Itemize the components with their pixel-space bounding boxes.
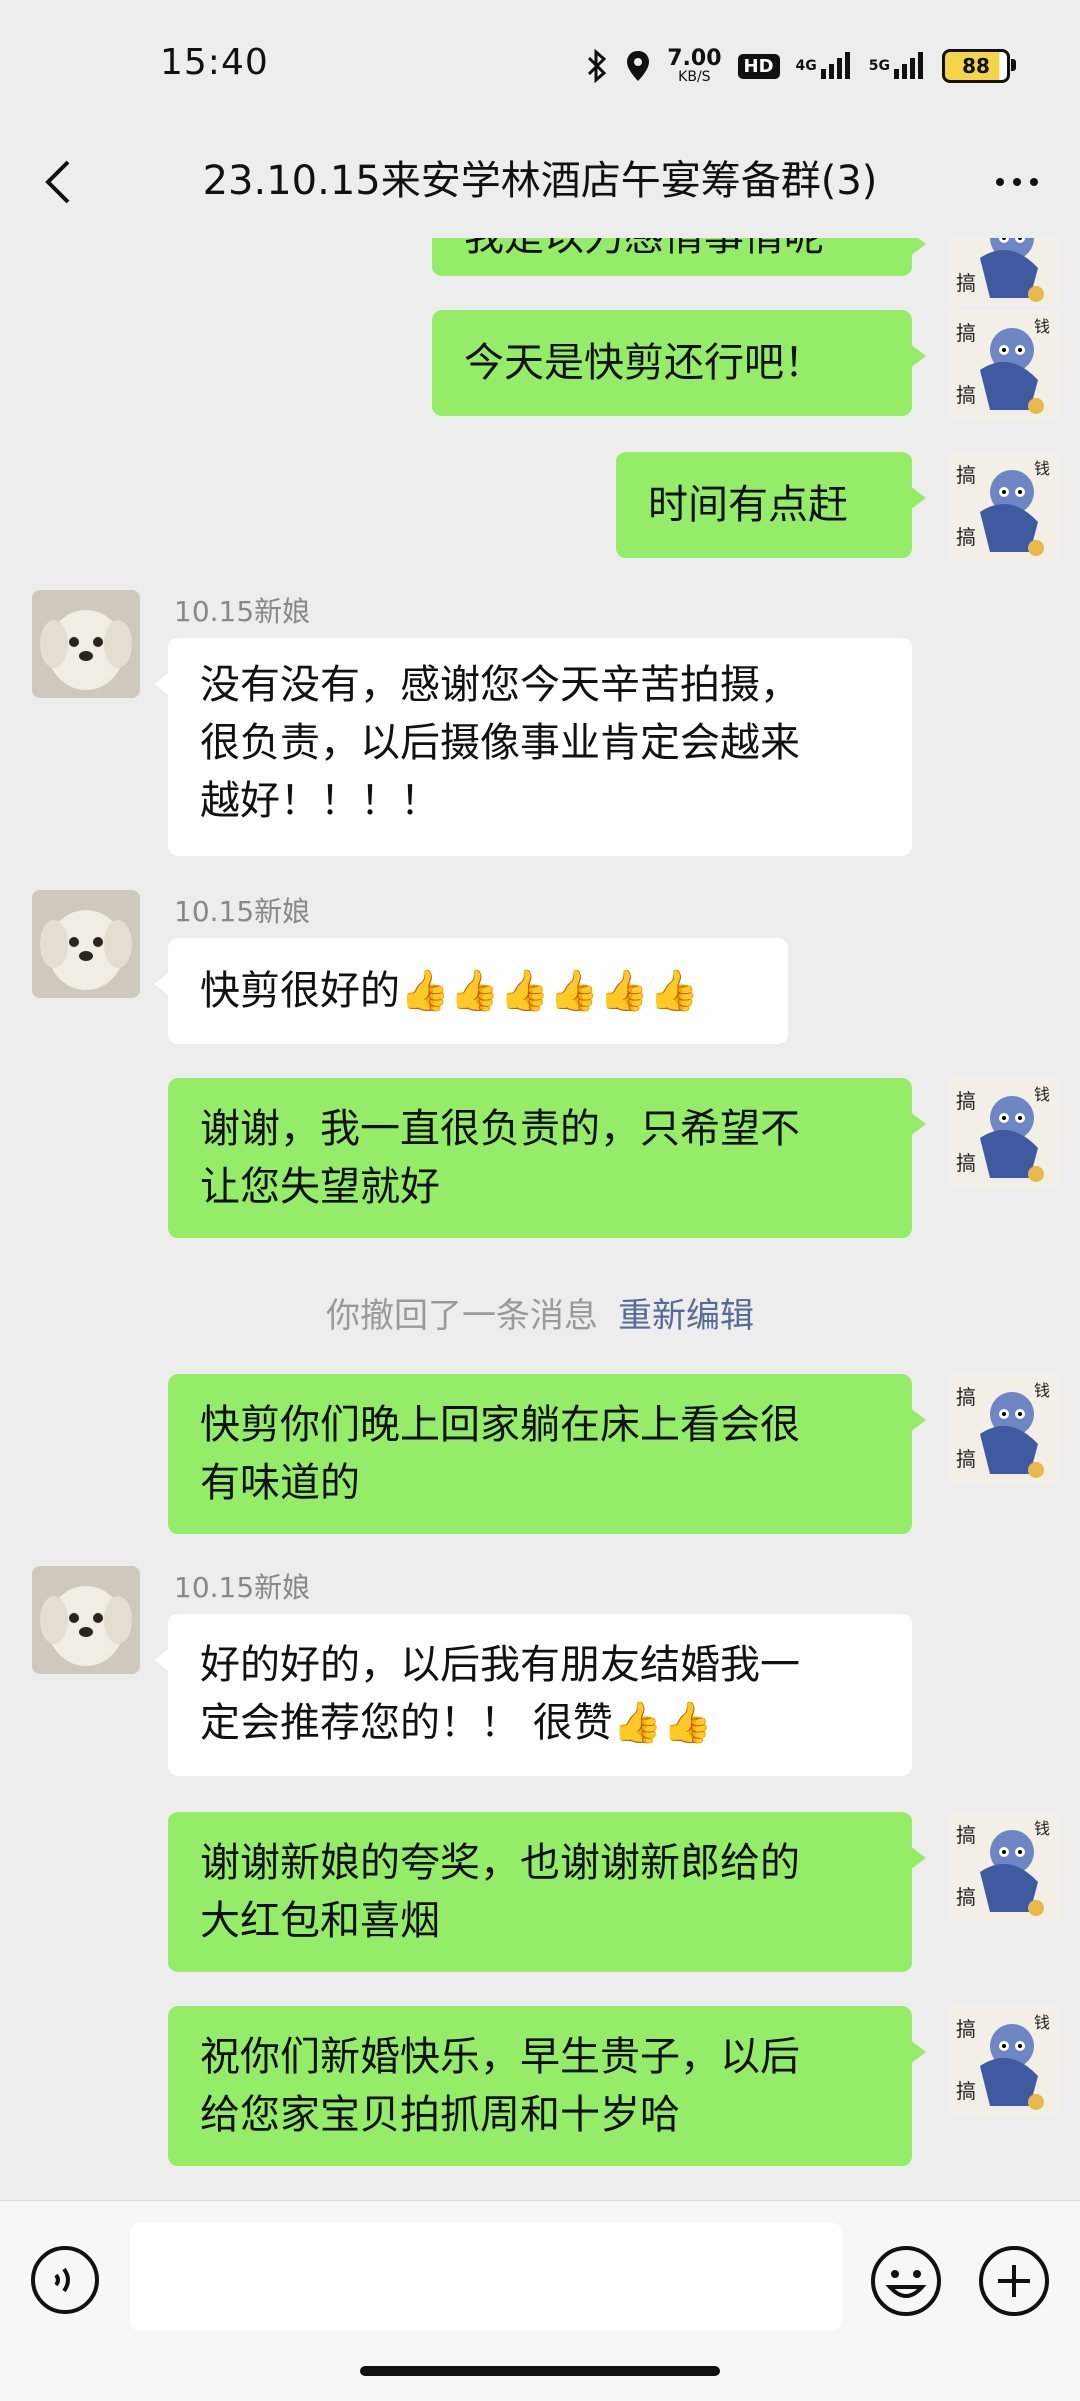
message-bubble[interactable]: 谢谢新娘的夸奖，也谢谢新郎给的 大红包和喜烟: [168, 1812, 926, 1972]
message-list[interactable]: 我是以力感情事情呢 今天是快剪还行吧！ 时间有点赶 10.15新娘 没有没有，感…: [0, 238, 1080, 2200]
message-bubble[interactable]: 没有没有，感谢您今天辛苦拍摄， 很负责，以后摄像事业肯定会越来 越好！！！！: [154, 638, 912, 856]
more-dot-icon: [1030, 178, 1038, 186]
battery-icon: 88: [942, 49, 1016, 83]
recall-notice: 你撤回了一条消息 重新编辑: [326, 1296, 754, 1336]
message-bubble[interactable]: 好的好的，以后我有朋友结婚我一 定会推荐您的！！ 很赞👍👍: [154, 1614, 912, 1776]
location-icon: [625, 49, 651, 83]
signal-icon-4g: 4G: [796, 51, 853, 81]
chat-title: 23.10.15来安学林酒店午宴筹备群(3): [202, 158, 878, 204]
status-bar: 15:40 7.00 KB/S HD 4G 5G 88: [0, 0, 1080, 130]
message-bubble[interactable]: 今天是快剪还行吧！: [432, 310, 926, 416]
chat-header: 23.10.15来安学林酒店午宴筹备群(3): [0, 130, 1080, 238]
my-avatar[interactable]: [950, 310, 1058, 418]
status-time: 15:40: [160, 42, 269, 83]
my-avatar[interactable]: [950, 238, 1058, 306]
network-speed: 7.00 KB/S: [667, 46, 722, 85]
more-dot-icon: [996, 178, 1004, 186]
my-avatar[interactable]: [950, 1812, 1058, 1920]
voice-button[interactable]: [30, 2245, 100, 2315]
back-button[interactable]: [30, 152, 90, 212]
my-avatar[interactable]: [950, 452, 1058, 560]
thumbs-up-icon: 👍👍: [612, 1700, 713, 1746]
message-bubble[interactable]: 谢谢，我一直很负责的，只希望不 让您失望就好: [168, 1078, 926, 1238]
message-bubble[interactable]: 时间有点赶: [616, 452, 926, 558]
message-input[interactable]: [130, 2223, 842, 2331]
hd-badge: HD: [737, 53, 780, 79]
plus-icon: [979, 2246, 1049, 2316]
chevron-left-icon: [45, 160, 70, 204]
more-button[interactable]: [984, 152, 1050, 212]
bride-avatar[interactable]: [32, 590, 140, 698]
bride-avatar[interactable]: [32, 890, 140, 998]
re-edit-link[interactable]: 重新编辑: [618, 1296, 754, 1336]
bride-avatar[interactable]: [32, 1566, 140, 1674]
message-bubble[interactable]: 祝你们新婚快乐，早生贵子，以后 给您家宝贝拍抓周和十岁哈: [168, 2006, 926, 2166]
message-bubble[interactable]: 快剪很好的👍👍👍👍👍👍: [154, 938, 788, 1044]
thumbs-up-icon: 👍👍👍👍👍👍: [400, 968, 699, 1014]
bluetooth-icon: [585, 49, 609, 83]
sender-name: 10.15新娘: [174, 1571, 311, 1604]
status-icons: 7.00 KB/S HD 4G 5G 88: [585, 44, 1016, 88]
more-actions-button[interactable]: [978, 2245, 1050, 2317]
emoji-icon: [871, 2246, 941, 2316]
my-avatar[interactable]: [950, 2006, 1058, 2114]
signal-icon-5g: 5G: [869, 51, 926, 81]
emoji-button[interactable]: [870, 2245, 942, 2317]
my-avatar[interactable]: [950, 1374, 1058, 1482]
message-bubble[interactable]: 快剪你们晚上回家躺在床上看会很 有味道的: [168, 1374, 926, 1534]
voice-icon: [31, 2246, 99, 2314]
sender-name: 10.15新娘: [174, 595, 311, 628]
my-avatar[interactable]: [950, 1078, 1058, 1186]
more-dot-icon: [1013, 178, 1021, 186]
message-bubble[interactable]: 我是以力感情事情呢: [432, 238, 926, 276]
sender-name: 10.15新娘: [174, 895, 311, 928]
home-indicator[interactable]: [360, 2366, 720, 2376]
